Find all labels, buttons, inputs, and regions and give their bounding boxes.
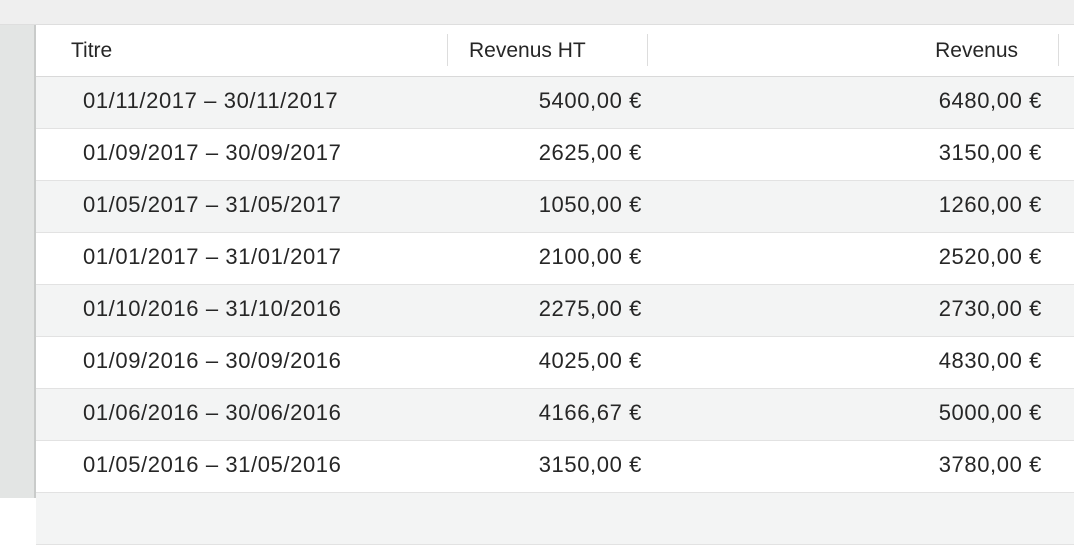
cell-titre: 01/09/2017 – 30/09/2017 xyxy=(83,140,342,165)
cell-revenus: 5000,00 € xyxy=(938,400,1042,425)
cell-revenus-ht: 5400,00 € xyxy=(538,88,642,113)
cell-revenus: 2730,00 € xyxy=(938,296,1042,321)
cell-revenus-ht: 2100,00 € xyxy=(538,244,642,269)
cell-titre: 01/01/2017 – 31/01/2017 xyxy=(83,244,342,269)
column-divider[interactable] xyxy=(1058,34,1059,66)
table-row[interactable]: 01/05/2017 – 31/05/2017 1050,00 € 1260,0… xyxy=(36,181,1074,233)
cell-titre: 01/09/2016 – 30/09/2016 xyxy=(83,348,342,373)
cell-revenus: 4830,00 € xyxy=(938,348,1042,373)
column-header-revenus[interactable]: Revenus xyxy=(935,25,1018,76)
cell-revenus: 1260,00 € xyxy=(938,192,1042,217)
cell-revenus-ht: 4166,67 € xyxy=(538,400,642,425)
toolbar-area xyxy=(0,0,1074,25)
table-row-empty xyxy=(36,493,1074,545)
table-row[interactable]: 01/09/2016 – 30/09/2016 4025,00 € 4830,0… xyxy=(36,337,1074,389)
cell-titre: 01/11/2017 – 30/11/2017 xyxy=(83,88,339,113)
column-header-revenus-ht[interactable]: Revenus HT xyxy=(469,25,586,76)
cell-revenus: 2520,00 € xyxy=(938,244,1042,269)
revenue-table: Titre Revenus HT Revenus 01/11/2017 – 30… xyxy=(36,25,1074,545)
cell-revenus-ht: 4025,00 € xyxy=(538,348,642,373)
table-row[interactable]: 01/01/2017 – 31/01/2017 2100,00 € 2520,0… xyxy=(36,233,1074,285)
cell-revenus: 6480,00 € xyxy=(938,88,1042,113)
cell-titre: 01/05/2016 – 31/05/2016 xyxy=(83,452,342,477)
cell-revenus-ht: 2275,00 € xyxy=(538,296,642,321)
table-header: Titre Revenus HT Revenus xyxy=(36,25,1074,77)
table-row[interactable]: 01/10/2016 – 31/10/2016 2275,00 € 2730,0… xyxy=(36,285,1074,337)
table-row[interactable]: 01/05/2016 – 31/05/2016 3150,00 € 3780,0… xyxy=(36,441,1074,493)
column-divider[interactable] xyxy=(447,34,448,66)
column-header-titre[interactable]: Titre xyxy=(71,25,112,76)
table-row[interactable]: 01/06/2016 – 30/06/2016 4166,67 € 5000,0… xyxy=(36,389,1074,441)
cell-titre: 01/06/2016 – 30/06/2016 xyxy=(83,400,342,425)
table-row[interactable]: 01/09/2017 – 30/09/2017 2625,00 € 3150,0… xyxy=(36,129,1074,181)
table-row[interactable]: 01/11/2017 – 30/11/2017 5400,00 € 6480,0… xyxy=(36,77,1074,129)
cell-revenus: 3150,00 € xyxy=(938,140,1042,165)
cell-revenus-ht: 1050,00 € xyxy=(538,192,642,217)
left-sidebar-edge xyxy=(0,25,36,498)
cell-titre: 01/05/2017 – 31/05/2017 xyxy=(83,192,342,217)
cell-titre: 01/10/2016 – 31/10/2016 xyxy=(83,296,342,321)
cell-revenus-ht: 2625,00 € xyxy=(538,140,642,165)
cell-revenus-ht: 3150,00 € xyxy=(538,452,642,477)
cell-revenus: 3780,00 € xyxy=(938,452,1042,477)
column-divider[interactable] xyxy=(647,34,648,66)
